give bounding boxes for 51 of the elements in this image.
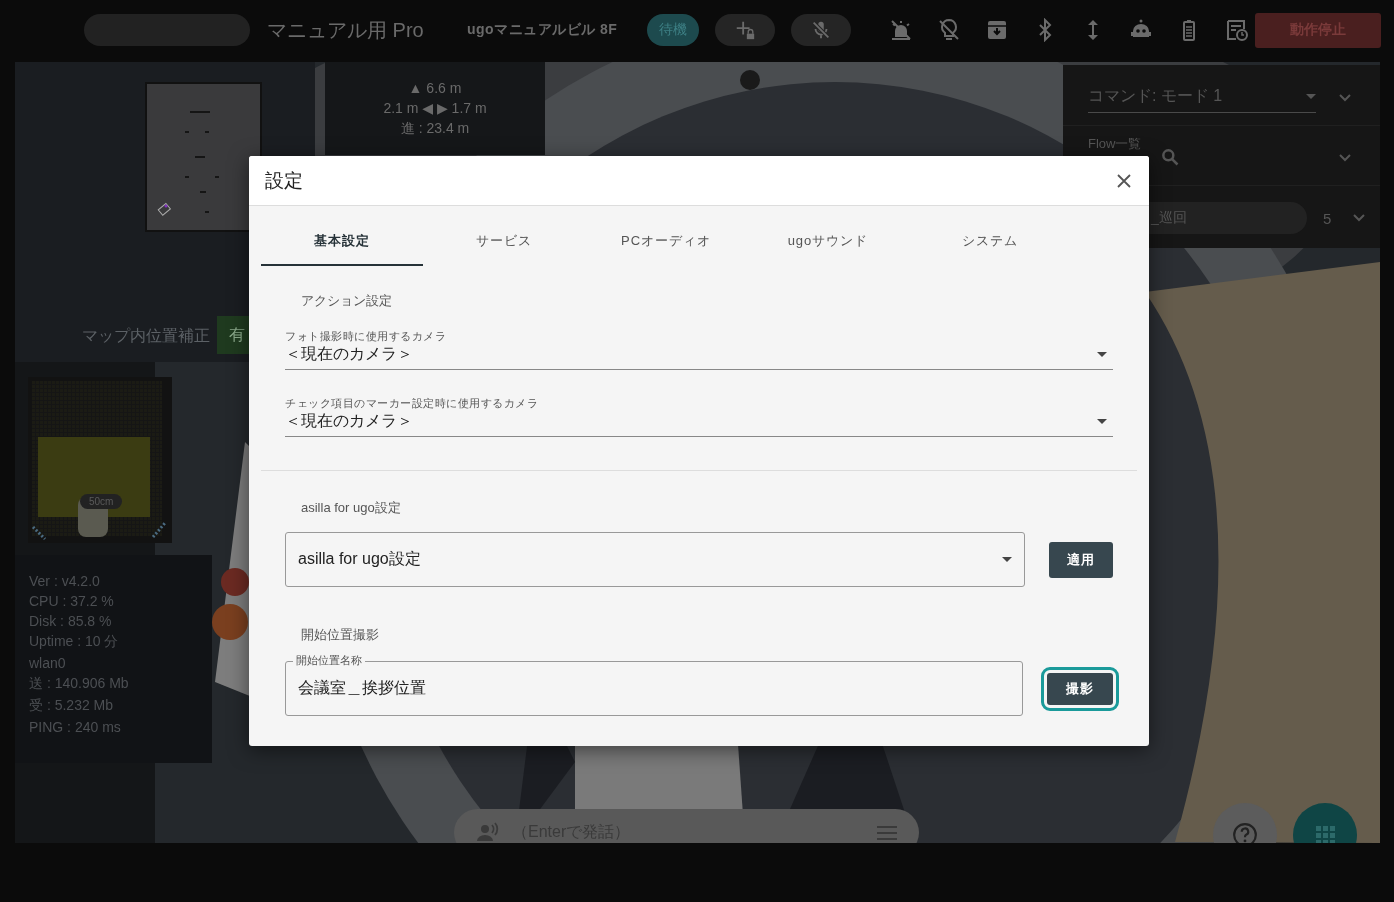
section-heading: 開始位置撮影 [301,626,380,644]
search-icon[interactable] [1160,147,1180,167]
grid-icon [1315,825,1335,843]
help-icon [1232,822,1258,843]
settings-tab[interactable]: 基本設定 [261,218,423,266]
stat-line: Ver : v4.2.0 [29,573,101,589]
section-heading: アクション設定 [301,292,393,310]
close-icon [1117,173,1131,188]
alarm-off-icon[interactable] [889,18,913,42]
stat-line: 送 : 140.906 Mb [29,675,130,693]
distance-reading: 進 : 23.4 m [400,119,470,138]
settings-tab[interactable]: サービス [423,218,585,266]
close-button[interactable] [1117,173,1131,188]
stat-line: Uptime : 10 分 [29,633,120,651]
bulb-off-icon[interactable] [937,18,961,42]
flow-count: 5 [1323,210,1332,227]
caret-icon [1002,557,1012,562]
mic-off-button[interactable] [791,14,851,46]
camera-select[interactable]: フォト撮影時に使用するカメラ ＜現在のカメラ＞ [285,329,1113,370]
settings-tab[interactable]: システム [909,218,1071,266]
stat-line: Disk : 85.8 % [29,613,113,629]
stat-line: wlan0 [29,655,67,671]
settings-tab[interactable]: ugoサウンド [747,218,909,266]
caret-icon [1306,94,1316,99]
dialog-title: 設定 [265,168,303,193]
enable-toggle[interactable]: 有 [217,316,249,354]
app-title: マニュアル用 Pro [267,17,425,43]
caret-icon [1097,352,1107,357]
add-lock-button[interactable] [715,14,775,46]
stat-line: 受 : 5.232 Mb [29,697,115,715]
mic-off-icon [810,19,832,41]
camera-select[interactable]: チェック項目のマーカー設定時に使用するカメラ ＜現在のカメラ＞ [285,396,1113,437]
plus-lock-icon [734,19,756,41]
section-heading: asilla for ugo設定 [301,499,402,517]
archive-icon[interactable] [985,18,1009,42]
map-correction-label: マップ内位置補正 [82,326,210,346]
distance-reading: ▲ 6.6 m [408,79,462,96]
asilla-select[interactable]: asilla for ugo設定 [285,532,1025,587]
apply-button[interactable]: 適用 [1049,541,1113,578]
settings-tab[interactable]: PCオーディオ [585,218,747,266]
location-label: ugoマニュアルビル 8F [467,21,619,39]
chevron-down-icon[interactable] [1353,214,1365,222]
flow-list-label: Flow一覧 [1088,135,1142,153]
stat-line: CPU : 37.2 % [29,593,115,609]
distance-reading: 2.1 m ◀ ▶ 1.7 m [383,99,487,116]
speaker-person-icon [476,820,500,843]
stat-line: PING : 240 ms [29,719,122,735]
schedule-icon[interactable] [1225,18,1249,42]
chevron-down-icon[interactable] [1339,94,1351,102]
caret-icon [1097,419,1107,424]
chevron-down-icon[interactable] [1339,154,1351,162]
